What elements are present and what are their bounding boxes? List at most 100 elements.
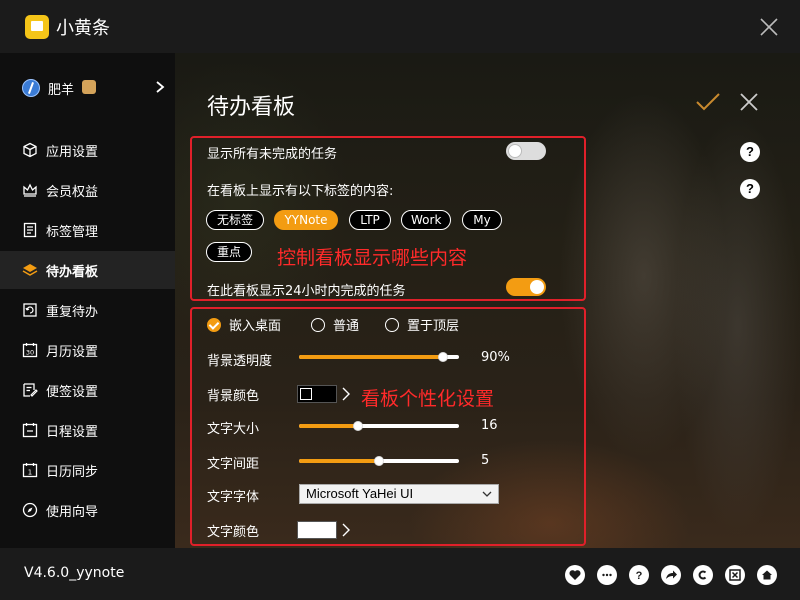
sidebar-item-sticky-note[interactable]: 便签设置	[0, 371, 175, 409]
bg-color-label: 背景颜色	[207, 389, 260, 404]
opacity-label: 背景透明度	[207, 354, 273, 369]
font-size-value: 16	[481, 418, 498, 433]
help-icon[interactable]: ?	[740, 179, 760, 199]
show-all-unfinished-label: 显示所有未完成的任务	[207, 147, 338, 162]
tag-chip[interactable]: 重点	[206, 242, 252, 262]
sidebar-item-membership[interactable]: 会员权益	[0, 171, 175, 209]
sidebar-item-label: 使用向导	[46, 505, 99, 520]
opacity-slider[interactable]	[299, 351, 459, 363]
sidebar-item-label: 待办看板	[46, 265, 99, 280]
version-label: V4.6.0_yynote	[24, 565, 125, 581]
main-panel: 待办看板 ? ? 显示所有未完成的任务 在看板上显示有以下标签的内容: 无标签 …	[175, 53, 800, 548]
opacity-value: 90%	[481, 350, 510, 365]
sidebar-item-calendar-sync[interactable]: 1 日历同步	[0, 451, 175, 489]
sync-calendar-icon: 1	[22, 463, 38, 478]
home-icon[interactable]	[757, 565, 777, 585]
text-color-label: 文字颜色	[207, 525, 260, 540]
slider-fill	[299, 424, 359, 428]
page-title: 待办看板	[207, 95, 296, 120]
sidebar-item-tag-management[interactable]: 标签管理	[0, 211, 175, 249]
user-name: 肥羊	[48, 83, 75, 98]
copyright-icon[interactable]	[693, 565, 713, 585]
mode-normal-radio[interactable]: 普通	[311, 315, 359, 334]
font-family-select[interactable]: Microsoft YaHei UI	[299, 484, 499, 504]
letter-spacing-slider[interactable]	[299, 455, 459, 467]
tag-chip[interactable]: My	[462, 210, 502, 230]
show-completed-24h-toggle[interactable]	[506, 278, 546, 296]
chevron-right-icon[interactable]	[341, 387, 351, 401]
close-icon[interactable]	[738, 91, 760, 113]
window-close-icon[interactable]	[757, 15, 781, 39]
mode-topmost-radio[interactable]: 置于顶层	[385, 315, 459, 334]
radio-dot	[311, 317, 325, 332]
slider-fill	[299, 355, 443, 359]
list-icon	[23, 222, 37, 238]
mode-embed-desktop-radio[interactable]: 嵌入桌面	[207, 315, 281, 334]
font-family-label: 文字字体	[207, 490, 260, 505]
sidebar-item-label: 日历同步	[46, 465, 99, 480]
sidebar-item-label: 标签管理	[46, 225, 99, 240]
tags-prompt-label: 在看板上显示有以下标签的内容:	[207, 184, 394, 199]
help-icon[interactable]: ?	[629, 565, 649, 585]
sidebar-item-repeat-todo[interactable]: 重复待办	[0, 291, 175, 329]
font-size-label: 文字大小	[207, 422, 260, 437]
font-size-slider[interactable]	[299, 420, 459, 432]
chevron-right-icon[interactable]	[154, 80, 166, 94]
tag-chip[interactable]: LTP	[349, 210, 391, 230]
sidebar-item-label: 便签设置	[46, 385, 99, 400]
sidebar-item-month-calendar[interactable]: 30 月历设置	[0, 331, 175, 369]
chevron-right-icon[interactable]	[341, 523, 351, 537]
annotation-content-filter: 控制看板显示哪些内容	[277, 247, 468, 269]
radio-label: 置于顶层	[407, 319, 460, 334]
sidebar-item-schedule[interactable]: 日程设置	[0, 411, 175, 449]
sidebar-item-label: 应用设置	[46, 145, 99, 160]
font-family-value: Microsoft YaHei UI	[306, 486, 414, 501]
radio-label: 普通	[333, 319, 360, 334]
repeat-icon	[23, 303, 37, 317]
sidebar-item-label: 日程设置	[46, 425, 99, 440]
footer: V4.6.0_yynote ?	[0, 548, 800, 600]
share-icon[interactable]	[661, 565, 681, 585]
slider-thumb[interactable]	[374, 456, 384, 466]
app-logo-icon	[25, 15, 49, 39]
toggle-knob	[530, 280, 544, 294]
sidebar-item-todo-board[interactable]: 待办看板	[0, 251, 175, 289]
tag-chip[interactable]: Work	[401, 210, 451, 230]
checkmark-icon[interactable]	[695, 89, 721, 115]
text-color-swatch[interactable]	[297, 521, 337, 539]
slider-thumb[interactable]	[438, 352, 448, 362]
svg-text:1: 1	[28, 469, 32, 477]
crown-icon	[23, 183, 37, 197]
slider-thumb[interactable]	[353, 421, 364, 431]
radio-dot	[207, 317, 221, 332]
compass-icon	[22, 502, 38, 518]
bg-color-swatch[interactable]	[297, 385, 337, 403]
sidebar-item-guide[interactable]: 使用向导	[0, 491, 175, 529]
help-icon[interactable]: ?	[740, 142, 760, 162]
title-bar: 小黄条	[0, 0, 800, 53]
clipped-row: 文字颜色	[192, 513, 584, 544]
heart-icon[interactable]	[565, 565, 585, 585]
sidebar-item-app-settings[interactable]: 应用设置	[0, 131, 175, 169]
svg-text:30: 30	[26, 349, 34, 357]
calendar-30-icon: 30	[22, 343, 38, 358]
note-icon	[23, 383, 38, 397]
user-profile[interactable]: 肥羊	[0, 67, 175, 107]
chat-icon[interactable]	[597, 565, 617, 585]
app-title: 小黄条	[56, 18, 110, 39]
sidebar-item-label: 会员权益	[46, 185, 99, 200]
annotation-personalization: 看板个性化设置	[361, 388, 495, 410]
color-preview	[300, 388, 312, 400]
letter-spacing-label: 文字间距	[207, 457, 260, 472]
show-all-unfinished-toggle[interactable]	[506, 142, 546, 160]
excel-icon[interactable]	[725, 565, 745, 585]
layers-icon	[22, 264, 38, 276]
letter-spacing-value: 5	[481, 453, 490, 468]
tag-chip[interactable]: 无标签	[206, 210, 264, 230]
vip-badge-icon	[82, 80, 96, 94]
slider-fill	[299, 459, 379, 463]
sidebar-item-label: 月历设置	[46, 345, 99, 360]
tag-chip[interactable]: YYNote	[274, 210, 338, 230]
schedule-icon	[22, 423, 38, 438]
avatar[interactable]	[22, 79, 40, 97]
